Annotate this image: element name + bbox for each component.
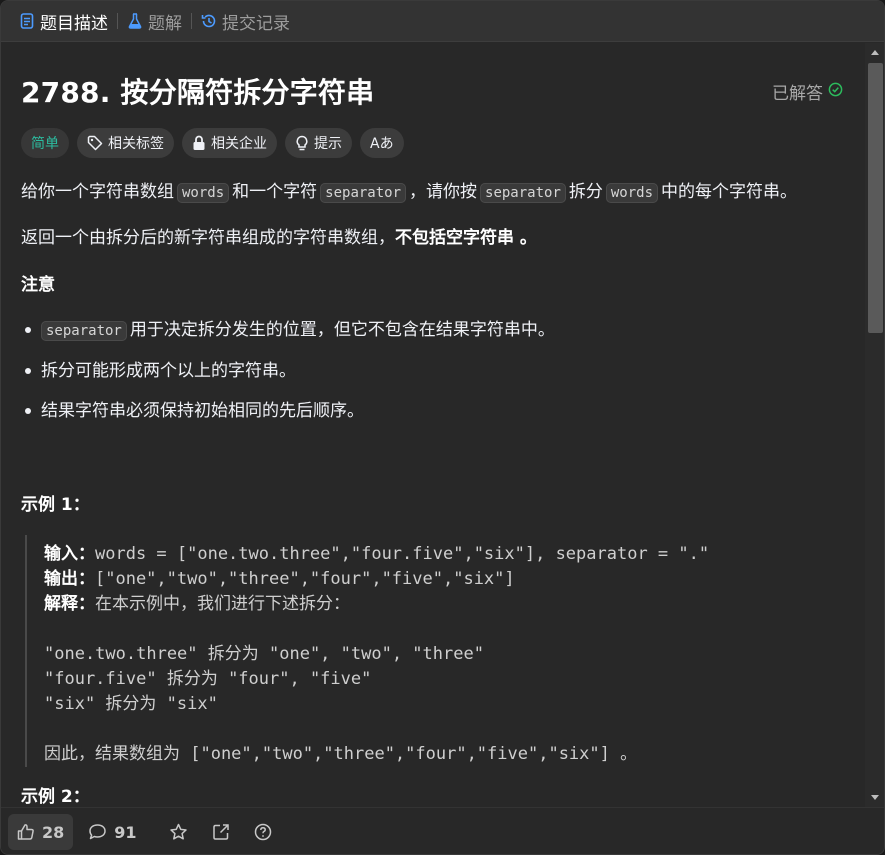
related-companies-label: 相关企业 bbox=[211, 136, 267, 152]
example-output: 输出：["one","two","three","four","five","s… bbox=[44, 564, 515, 589]
like-count: 28 bbox=[42, 822, 65, 842]
text: 给你一个字符串数组 bbox=[21, 182, 174, 202]
inline-code: separator bbox=[480, 183, 566, 203]
bold-text: 不包括空字符串 bbox=[395, 228, 514, 248]
description-paragraph: 给你一个字符串数组 words 和一个字符 separator ，请你按 separato… bbox=[21, 180, 797, 205]
related-topics-button[interactable]: 相关标签 bbox=[77, 128, 174, 158]
scroll-thumb[interactable] bbox=[868, 63, 883, 333]
output-value: ["one","two","three","four","five","six"… bbox=[95, 569, 515, 589]
bullet bbox=[25, 327, 31, 333]
related-topics-label: 相关标签 bbox=[108, 136, 164, 152]
inline-code: separator bbox=[41, 321, 127, 341]
thumbs-up-icon bbox=[17, 823, 35, 841]
vertical-scrollbar[interactable] bbox=[865, 43, 884, 807]
text: 中的每个字符串。 bbox=[661, 182, 798, 202]
text: 返回一个由拆分后的新字符串组成的字符串数组， bbox=[21, 228, 395, 248]
text: ，请你按 bbox=[409, 182, 478, 202]
text: 拆分为 bbox=[207, 644, 259, 664]
note-heading: 注意 bbox=[21, 275, 55, 295]
explain-label: 解释： bbox=[44, 594, 95, 614]
share-button[interactable] bbox=[203, 814, 239, 850]
solved-label: 已解答 bbox=[772, 84, 823, 104]
example-line: "six" 拆分为 "six" bbox=[44, 689, 218, 714]
code-text: "four", "five" bbox=[217, 669, 372, 689]
hint-button[interactable]: 提示 bbox=[285, 128, 352, 158]
text: 。 bbox=[514, 228, 537, 248]
code-text: "six" bbox=[44, 694, 106, 714]
list-item: 结果字符串必须保持初始相同的先后顺序。 bbox=[41, 401, 364, 421]
tab-submissions[interactable]: 提交记录 bbox=[201, 1, 290, 42]
example-input: 输入：words = ["one.two.three","four.five",… bbox=[44, 539, 709, 564]
footer-bar: 28 91 bbox=[1, 807, 884, 854]
lock-icon bbox=[192, 135, 206, 151]
tab-solutions[interactable]: 题解 bbox=[127, 1, 182, 42]
translate-button[interactable]: Aあ bbox=[360, 128, 404, 158]
list-item: separator 用于决定拆分发生的位置，但它不包含在结果字符串中。 bbox=[41, 318, 555, 343]
translate-icon: Aあ bbox=[370, 136, 394, 152]
text: 拆分为 bbox=[166, 669, 218, 689]
share-external-icon bbox=[212, 823, 230, 841]
example-heading: 示例 2： bbox=[21, 787, 90, 807]
code-text: "four.five" bbox=[44, 669, 167, 689]
tag-icon bbox=[87, 135, 103, 151]
star-icon bbox=[169, 823, 188, 841]
bullet bbox=[25, 408, 31, 414]
related-companies-button[interactable]: 相关企业 bbox=[182, 128, 277, 158]
text: 和一个字符 bbox=[232, 182, 318, 202]
tab-divider bbox=[117, 13, 118, 29]
flask-icon bbox=[127, 13, 143, 29]
tag-row: 简单 相关标签 相关企业 提示 Aあ bbox=[21, 128, 404, 158]
example-line: "four.five" 拆分为 "four", "five" bbox=[44, 664, 371, 689]
list-item: 拆分可能形成两个以上的字符串。 bbox=[41, 361, 296, 381]
tab-label: 提交记录 bbox=[222, 13, 290, 34]
difficulty-badge[interactable]: 简单 bbox=[21, 128, 69, 158]
comment-icon bbox=[88, 823, 107, 841]
inline-code: words bbox=[605, 183, 659, 203]
tab-divider bbox=[191, 13, 192, 29]
explain-value: 在本示例中，我们进行下述拆分： bbox=[95, 594, 350, 614]
bullet bbox=[25, 368, 31, 374]
inline-code: words bbox=[177, 183, 230, 203]
hint-label: 提示 bbox=[314, 136, 342, 152]
inline-code: separator bbox=[320, 183, 407, 203]
tab-label: 题解 bbox=[148, 13, 182, 34]
difficulty-label: 简单 bbox=[31, 136, 59, 152]
example-conclusion: 因此，结果数组为 ["one","two","three","four","fi… bbox=[44, 739, 637, 764]
history-icon bbox=[201, 13, 217, 29]
like-button[interactable]: 28 bbox=[8, 814, 74, 850]
code-text: "six" bbox=[156, 694, 218, 714]
code-text: ["one","two","three","four","five","six"… bbox=[180, 744, 638, 764]
example-line: "one.two.three" 拆分为 "one", "two", "three… bbox=[44, 639, 484, 664]
favorite-button[interactable] bbox=[160, 814, 197, 850]
code-text: "one", "two", "three" bbox=[258, 644, 484, 664]
tab-label: 题目描述 bbox=[40, 13, 108, 34]
problem-title: 2788. 按分隔符拆分字符串 bbox=[21, 76, 375, 109]
example-heading: 示例 1： bbox=[21, 495, 90, 515]
text: 拆分 bbox=[568, 182, 603, 202]
problem-content[interactable]: 2788. 按分隔符拆分字符串 已解答 简单 相关标签 相关企业 提示 Aあ 给… bbox=[1, 43, 865, 807]
document-icon bbox=[19, 13, 35, 29]
solved-status: 已解答 bbox=[772, 79, 843, 104]
text: 因此，结果数组为 bbox=[44, 744, 180, 764]
question-circle-icon bbox=[254, 823, 272, 841]
text: 用于决定拆分发生的位置，但它不包含在结果字符串中。 bbox=[129, 320, 555, 340]
help-button[interactable] bbox=[245, 814, 281, 850]
problem-panel: 题目描述 题解 提交记录 2788. 按分隔符拆分字符串 已解答 简单 相关标签… bbox=[0, 0, 885, 855]
example-explanation: 解释：在本示例中，我们进行下述拆分： bbox=[44, 589, 350, 614]
input-value: words = ["one.two.three","four.five","si… bbox=[95, 544, 710, 564]
scroll-down-arrow-icon[interactable] bbox=[871, 795, 879, 800]
input-label: 输入： bbox=[44, 544, 95, 564]
comment-count: 91 bbox=[114, 822, 137, 842]
example-block: 输入：words = ["one.two.three","four.five",… bbox=[25, 535, 845, 767]
output-label: 输出： bbox=[44, 569, 95, 589]
scroll-up-arrow-icon[interactable] bbox=[871, 50, 879, 55]
check-circle-icon bbox=[828, 82, 843, 102]
tab-bar: 题目描述 题解 提交记录 bbox=[1, 1, 884, 42]
text: 拆分为 bbox=[105, 694, 157, 714]
description-paragraph: 返回一个由拆分后的新字符串组成的字符串数组，不包括空字符串 。 bbox=[21, 226, 537, 250]
code-text: "one.two.three" bbox=[44, 644, 208, 664]
tab-description[interactable]: 题目描述 bbox=[19, 1, 108, 42]
lightbulb-icon bbox=[295, 135, 309, 151]
comments-button[interactable]: 91 bbox=[79, 814, 145, 850]
